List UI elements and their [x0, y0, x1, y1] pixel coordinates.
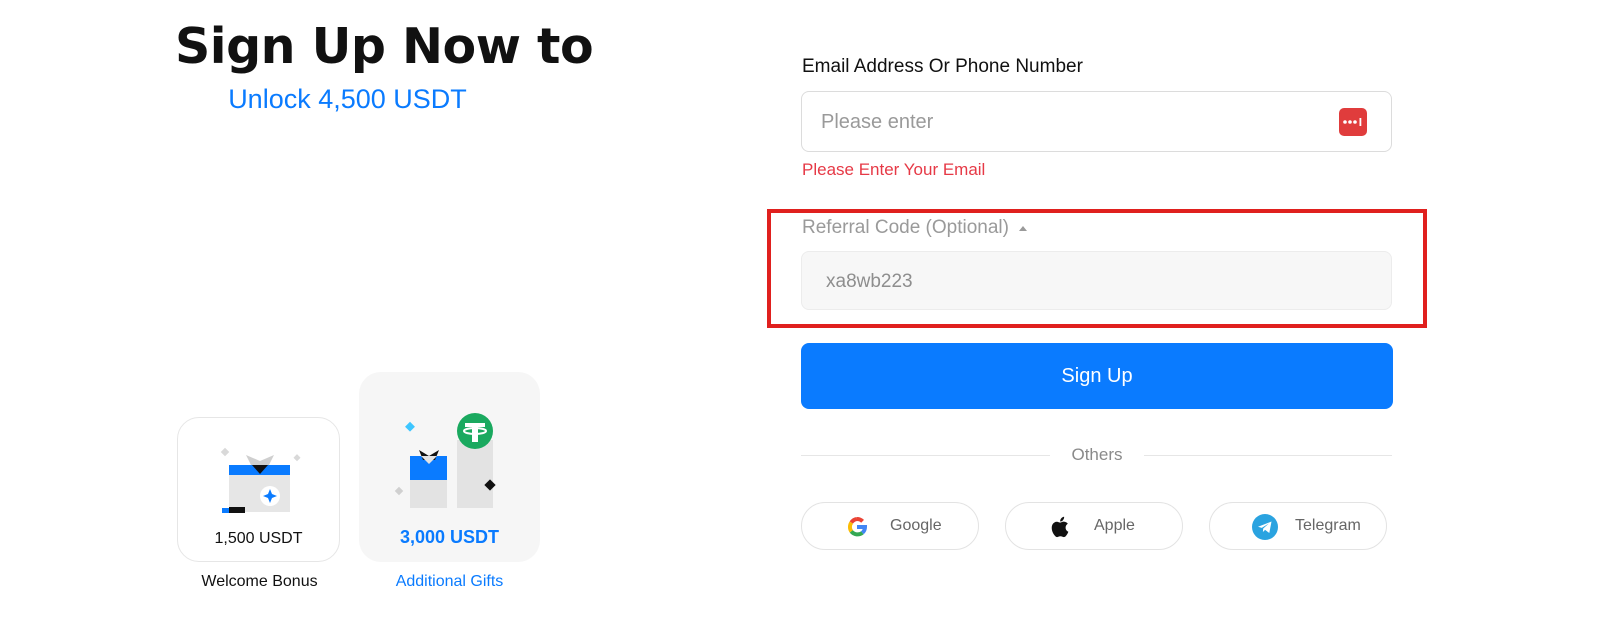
hero-subtitle: Unlock 4,500 USDT [228, 84, 467, 114]
divider [801, 455, 1050, 456]
email-error-message: Please Enter Your Email [802, 160, 986, 179]
referral-field[interactable] [801, 251, 1392, 311]
apple-icon [1051, 516, 1069, 538]
reward-amount: 3,000 USDT [399, 527, 500, 547]
reward-amount: 1,500 USDT [214, 530, 303, 547]
referral-label: Referral Code (Optional) [802, 217, 1009, 238]
telegram-icon [1252, 514, 1278, 540]
email-input[interactable] [819, 92, 1323, 153]
password-manager-icon[interactable] [1339, 108, 1367, 136]
referral-toggle[interactable]: Referral Code (Optional) [802, 217, 1027, 239]
telegram-label: Telegram [1295, 517, 1361, 534]
divider [1144, 455, 1392, 456]
others-divider-label: Others [1071, 445, 1123, 464]
referral-code-input[interactable] [824, 252, 1368, 311]
hero-title: Sign Up Now to [175, 18, 594, 75]
additional-gifts-card[interactable]: 3,000 USDT [359, 372, 540, 562]
reward-caption-link[interactable]: Additional Gifts [359, 573, 540, 591]
sign-up-button[interactable]: Sign Up [801, 343, 1393, 409]
gift-box-icon [220, 447, 301, 513]
reward-caption: Welcome Bonus [201, 573, 318, 590]
email-label: Email Address Or Phone Number [802, 56, 1083, 77]
gift-tether-icon [394, 413, 496, 508]
telegram-login-button[interactable]: Telegram [1209, 502, 1387, 550]
email-field[interactable] [801, 91, 1392, 153]
caret-up-icon [1018, 225, 1027, 231]
apple-login-button[interactable]: Apple [1005, 502, 1183, 550]
welcome-bonus-card: 1,500 USDT [177, 417, 340, 562]
google-label: Google [890, 517, 942, 534]
google-icon [848, 517, 868, 537]
apple-label: Apple [1094, 517, 1135, 534]
google-login-button[interactable]: Google [801, 502, 979, 550]
